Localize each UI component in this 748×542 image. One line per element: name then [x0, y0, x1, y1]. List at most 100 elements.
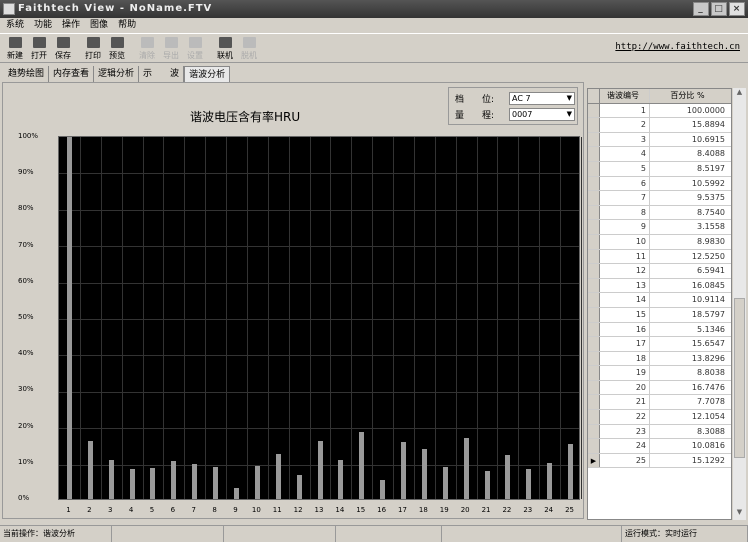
row-indicator	[588, 337, 600, 351]
table-row[interactable]: 5 8.5197	[588, 161, 731, 177]
toolbar-button[interactable]: 导出	[159, 34, 183, 62]
harmonic-percent: 8.5197	[697, 163, 725, 173]
menu-item[interactable]: 功能	[34, 18, 52, 32]
table-row[interactable]: 14 10.9114	[588, 293, 731, 308]
harmonic-percent: 18.5797	[691, 309, 725, 319]
harmonic-percent: 15.8894	[691, 120, 725, 130]
row-indicator	[588, 380, 600, 395]
gridline	[539, 137, 541, 499]
tab[interactable]: 谐波分析	[184, 66, 231, 82]
table-row[interactable]: 17 15.6547	[588, 337, 731, 352]
table-row[interactable]: 24 10.0816	[588, 439, 731, 454]
row-indicator	[588, 132, 600, 147]
toolbar-button[interactable]: 脱机	[237, 34, 261, 62]
scroll-thumb[interactable]	[734, 298, 745, 458]
gridline	[309, 137, 311, 499]
table-row[interactable]: 20 16.7476	[588, 380, 731, 396]
row-indicator	[588, 161, 600, 176]
column-header[interactable]: 谐波编号	[600, 89, 650, 103]
website-link[interactable]: http://www.faithtech.cn	[615, 42, 740, 52]
table-row[interactable]: 19 8.8038	[588, 366, 731, 381]
y-tick-label: 30%	[18, 385, 34, 394]
harmonic-percent: 3.1558	[697, 222, 725, 232]
toolbar-button-label: 预览	[109, 51, 125, 60]
table-row[interactable]: 7 9.5375	[588, 191, 731, 206]
table-row[interactable]: ▶ 25 15.1292	[588, 453, 731, 469]
harmonic-percent: 5.1346	[697, 324, 725, 334]
table-row[interactable]: 13 16.0845	[588, 278, 731, 294]
row-indicator	[588, 293, 600, 307]
row-indicator	[588, 366, 600, 380]
table-row[interactable]: 23 8.3088	[588, 424, 731, 440]
column-header[interactable]: 百分比 %	[650, 89, 731, 103]
toolbar-icon	[56, 37, 70, 48]
toolbar-button[interactable]: 保存	[51, 34, 75, 62]
bar	[505, 455, 511, 499]
menu-bar: 系统 功能 操作 图像 帮助	[0, 18, 748, 32]
table-row[interactable]: 4 8.4088	[588, 147, 731, 162]
toolbar-button[interactable]: 预览	[105, 34, 129, 62]
table-row[interactable]: 2 15.8894	[588, 118, 731, 133]
tab[interactable]: 示 波	[139, 66, 185, 82]
table-row[interactable]: 6 10.5992	[588, 176, 731, 192]
table-row[interactable]: 8 8.7540	[588, 205, 731, 221]
row-indicator	[588, 89, 600, 103]
menu-item[interactable]: 系统	[6, 18, 24, 32]
toolbar-button-label: 脱机	[241, 51, 257, 60]
bar	[108, 460, 114, 499]
bar	[66, 137, 72, 499]
table-row[interactable]: 9 3.1558	[588, 220, 731, 235]
row-indicator	[588, 147, 600, 161]
table-scrollbar[interactable]: ▲ ▼	[733, 88, 746, 520]
bar	[442, 467, 448, 499]
harmonic-number: 19	[600, 366, 650, 380]
table-row[interactable]: 15 18.5797	[588, 307, 731, 323]
toolbar-button[interactable]: 打印	[81, 34, 105, 62]
table-row[interactable]: 16 5.1346	[588, 322, 731, 338]
bar	[568, 444, 574, 499]
x-tick-label: 9	[233, 506, 238, 514]
range-select[interactable]: AC 7 ▼	[509, 92, 575, 105]
close-button[interactable]: ×	[729, 2, 745, 16]
menu-item[interactable]: 图像	[90, 18, 108, 32]
y-tick-label: 70%	[18, 240, 34, 249]
table-row[interactable]: 12 6.5941	[588, 264, 731, 279]
scale-select[interactable]: 0007 ▼	[509, 108, 575, 121]
harmonic-percent: 8.4088	[697, 149, 725, 159]
toolbar-button[interactable]: 新建	[3, 34, 27, 62]
minimize-button[interactable]: _	[693, 2, 709, 16]
scroll-up-icon[interactable]: ▲	[733, 88, 746, 100]
title-bar: Faithtech View - NoName.FTV _ □ ×	[0, 0, 748, 18]
menu-item[interactable]: 帮助	[118, 18, 136, 32]
menu-item[interactable]: 操作	[62, 18, 80, 32]
table-row[interactable]: 3 10.6915	[588, 132, 731, 148]
table-row[interactable]: 10 8.9830	[588, 234, 731, 250]
tab[interactable]: 内存查看	[49, 66, 95, 82]
y-tick-label: 40%	[18, 349, 34, 358]
toolbar-button-label: 打印	[85, 51, 101, 60]
tab[interactable]: 趋势绘图	[4, 66, 50, 82]
bar	[171, 460, 177, 499]
harmonic-number: 13	[600, 278, 650, 293]
toolbar-button[interactable]: 设置	[183, 34, 207, 62]
toolbar-button[interactable]: 打开	[27, 34, 51, 62]
maximize-button[interactable]: □	[711, 2, 727, 16]
harmonic-number: 18	[600, 351, 650, 366]
table-row[interactable]: 22 12.1054	[588, 410, 731, 425]
gridline	[184, 137, 186, 499]
x-tick-label: 2	[87, 506, 92, 514]
toolbar-button[interactable]: 清除	[135, 34, 159, 62]
table-row[interactable]: 1 100.0000	[588, 103, 731, 119]
table-row[interactable]: 21 7.7078	[588, 395, 731, 411]
table-row[interactable]: 11 12.5250	[588, 249, 731, 265]
chart-title: 谐波电压含有率HRU	[190, 110, 301, 124]
x-tick-label: 20	[460, 506, 470, 514]
tab[interactable]: 逻辑分析	[94, 66, 140, 82]
harmonic-percent: 6.5941	[697, 266, 725, 276]
table-row[interactable]: 18 13.8296	[588, 351, 731, 367]
scroll-down-icon[interactable]: ▼	[733, 508, 746, 520]
toolbar-button[interactable]: 联机	[213, 34, 237, 62]
scale-label: 量 程:	[455, 111, 495, 121]
toolbar-icon	[110, 37, 124, 48]
row-indicator	[588, 264, 600, 278]
